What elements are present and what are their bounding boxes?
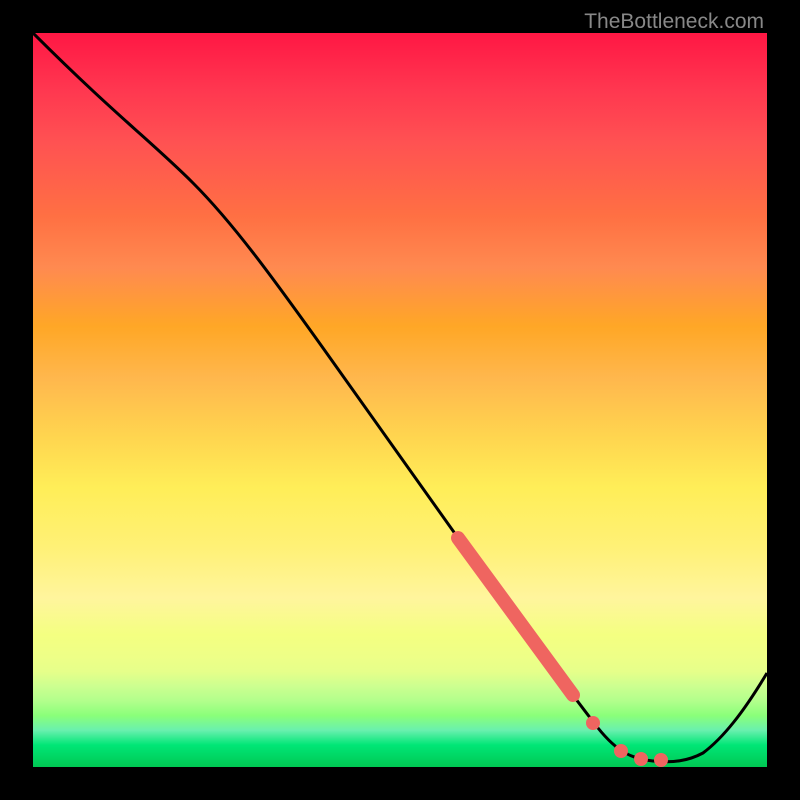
highlight-point-4	[654, 753, 668, 767]
watermark-text: TheBottleneck.com	[584, 10, 764, 34]
highlight-segment	[458, 538, 573, 695]
highlight-point-1	[586, 716, 600, 730]
main-curve	[33, 33, 767, 762]
chart-area	[33, 33, 767, 767]
highlight-point-3	[634, 752, 648, 766]
chart-svg	[33, 33, 767, 767]
highlight-point-2	[614, 744, 628, 758]
